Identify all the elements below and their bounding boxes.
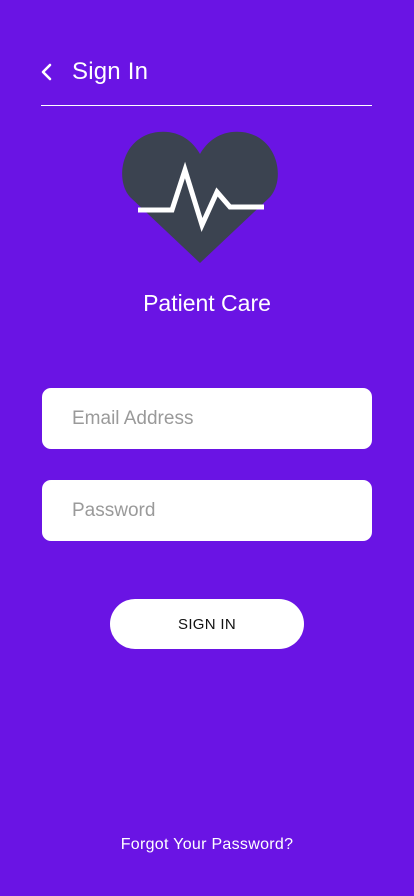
back-button[interactable] bbox=[40, 57, 62, 87]
sign-in-button[interactable]: SIGN IN bbox=[110, 599, 304, 649]
heart-shape bbox=[122, 131, 278, 263]
forgot-password-link[interactable]: Forgot Your Password? bbox=[0, 836, 414, 854]
app-logo bbox=[120, 130, 280, 265]
header-divider bbox=[41, 105, 372, 106]
page-title: Sign In bbox=[72, 58, 149, 85]
app-name: Patient Care bbox=[143, 290, 271, 316]
password-field[interactable] bbox=[42, 480, 372, 541]
email-field[interactable] bbox=[42, 388, 372, 449]
chevron-left-icon bbox=[41, 63, 52, 81]
heart-pulse-icon bbox=[122, 131, 278, 263]
header: Sign In bbox=[40, 54, 372, 90]
